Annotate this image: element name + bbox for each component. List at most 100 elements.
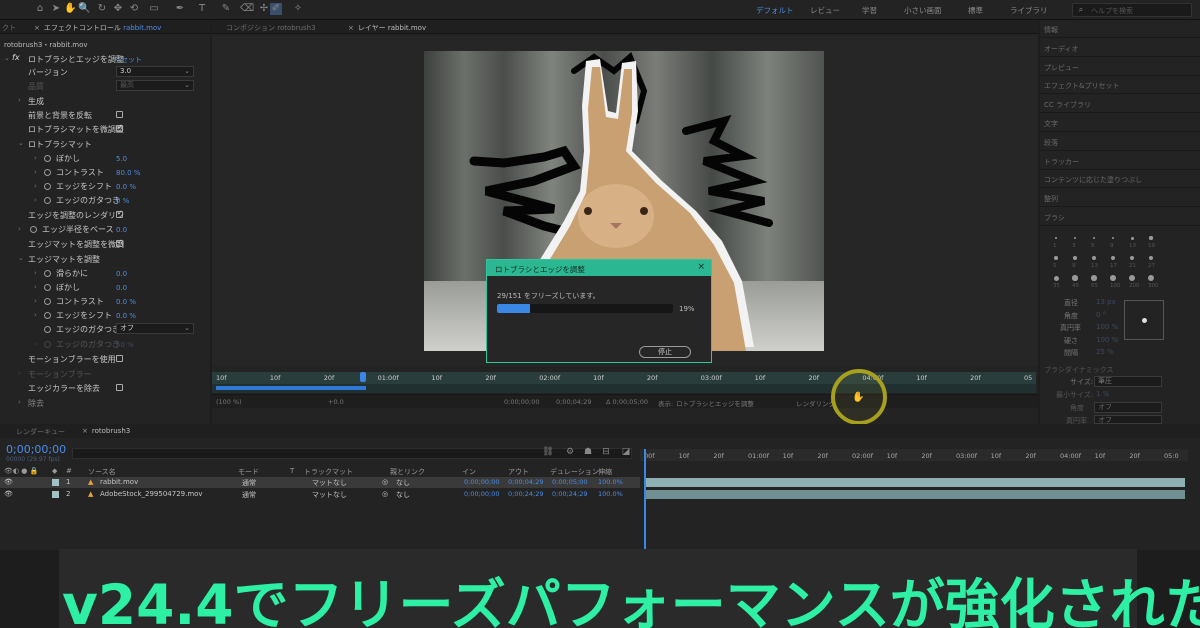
use-motion-blur-checkbox[interactable] <box>116 355 123 362</box>
view-dropdown[interactable]: ロトブラシとエッジを調整 <box>676 398 754 408</box>
brush-preset-dot[interactable] <box>1055 237 1057 239</box>
dyn-roundness-dropdown[interactable]: オフ <box>1094 415 1162 424</box>
comp-flowchart-icon[interactable]: ⛓ <box>542 446 554 458</box>
edge-chatter-amount-value[interactable]: 50 % <box>116 341 134 349</box>
rotate-tool-icon[interactable]: ↻ <box>96 3 108 15</box>
workspace-standard[interactable]: 標準 <box>968 5 983 16</box>
in-point[interactable]: 0;00;00;00 <box>504 398 540 406</box>
dyn-min-size-value[interactable]: 1 % <box>1096 390 1109 398</box>
layer-stretch[interactable]: 100.0% <box>598 490 623 498</box>
base-edge-radius-value[interactable]: 0.0 <box>116 226 127 234</box>
brush-preset-dot[interactable] <box>1110 275 1116 281</box>
brush-preset-dot[interactable] <box>1072 275 1078 281</box>
brush-preset-dot[interactable] <box>1053 275 1059 281</box>
stopwatch-icon[interactable] <box>44 183 51 190</box>
workspace-review[interactable]: レビュー <box>810 5 840 16</box>
stopwatch-icon[interactable] <box>44 169 51 176</box>
tab-composition[interactable]: コンポジション rotobrush3 <box>226 23 316 33</box>
rect-tool-icon[interactable]: ▭ <box>148 3 160 15</box>
viewer-playhead[interactable] <box>360 372 366 382</box>
tab-layer[interactable]: × レイヤー rabbit.mov <box>348 23 426 33</box>
collapse-arrow-icon[interactable]: ⌄ <box>18 254 24 262</box>
stopwatch-icon[interactable] <box>44 284 51 291</box>
close-icon[interactable]: × <box>34 24 40 32</box>
brush-preset-dot[interactable] <box>1129 275 1135 281</box>
brush-preset-dot[interactable] <box>1073 256 1077 260</box>
layer-name[interactable]: AdobeStock_299504729.mov <box>100 490 203 498</box>
dyn-size-dropdown[interactable]: 筆圧 <box>1094 376 1162 387</box>
layer-label-swatch[interactable] <box>52 491 59 498</box>
pen-tool-icon[interactable]: ✒ <box>174 3 186 15</box>
home-icon[interactable]: ⌂ <box>34 3 46 15</box>
dyn-angle-dropdown[interactable]: オフ <box>1094 402 1162 413</box>
brush-tool-icon[interactable]: ✎ <box>220 3 232 15</box>
close-icon[interactable]: × <box>348 24 354 32</box>
stopwatch-icon[interactable] <box>30 226 37 233</box>
layer-row-2[interactable]: 👁 2 ▲ AdobeStock_299504729.mov 通常 マットなし … <box>0 489 640 500</box>
expand-arrow-icon[interactable]: › <box>18 96 21 104</box>
brush-preset-dot[interactable] <box>1091 275 1097 281</box>
layer-parent[interactable]: なし <box>396 478 410 488</box>
expand-arrow-icon[interactable]: › <box>18 398 21 406</box>
tab-render-queue[interactable]: レンダーキュー <box>16 427 65 437</box>
chatter-value[interactable]: 0 % <box>116 197 129 205</box>
workspace-default[interactable]: デフォルト <box>756 5 794 16</box>
layer-stretch[interactable]: 100.0% <box>598 478 623 486</box>
smooth-value[interactable]: 0.0 <box>116 270 127 278</box>
visibility-icon[interactable]: 👁 <box>4 478 13 486</box>
layer-label-swatch[interactable] <box>52 479 59 486</box>
right-panel-item[interactable]: コンテンツに応じた塗りつぶし <box>1044 175 1142 185</box>
stopwatch-icon[interactable] <box>44 312 51 319</box>
right-panel-item[interactable]: CC ライブラリ <box>1044 100 1091 110</box>
right-panel-item[interactable]: オーディオ <box>1044 44 1079 54</box>
stopwatch-icon[interactable] <box>44 341 51 348</box>
frame-blend-icon[interactable]: ⊟ <box>600 446 612 458</box>
workspace-learn[interactable]: 学習 <box>862 5 877 16</box>
stopwatch-icon[interactable] <box>44 298 51 305</box>
version-dropdown[interactable]: 3.0 ⌄ <box>116 66 194 77</box>
timeline-time-ruler[interactable]: 00f 10f 20f 01:00f 10f 20f 02:00f 10f 20f 03:00f 1… <box>640 449 1188 461</box>
brush-prop-value[interactable]: 0 ° <box>1096 311 1106 319</box>
collapse-arrow-icon[interactable]: ⌄ <box>4 54 10 62</box>
brush-prop-value[interactable]: 25 % <box>1096 348 1114 356</box>
zoom-level[interactable]: (100 %) <box>216 398 242 406</box>
quality-dropdown[interactable]: 最高 ⌄ <box>116 80 194 91</box>
right-panel-item[interactable]: 情報 <box>1044 25 1058 35</box>
layer-mode[interactable]: 通常 <box>242 490 256 500</box>
refine-matte-checkbox[interactable] <box>116 123 123 132</box>
fx-icon[interactable]: fx <box>12 53 20 62</box>
visibility-icon[interactable]: 👁 <box>4 490 13 498</box>
right-panel-item[interactable]: 文字 <box>1044 119 1058 129</box>
tab-project-partial[interactable]: クト <box>2 23 16 33</box>
right-panel-item[interactable]: トラッカー <box>1044 157 1079 167</box>
brush-prop-value[interactable]: 13 px <box>1096 298 1116 306</box>
puppet-tool-icon[interactable]: ✢ <box>258 3 270 15</box>
layer-parent[interactable]: なし <box>396 490 410 500</box>
pickwhip-icon[interactable]: ◎ <box>382 478 388 486</box>
right-panel-item[interactable]: エフェクト&プリセット <box>1044 81 1119 91</box>
expand-arrow-icon[interactable]: › <box>34 168 37 176</box>
edge-feather-value[interactable]: 0.0 <box>116 284 127 292</box>
layer-bar-1[interactable] <box>645 478 1185 487</box>
workspace-small-screen[interactable]: 小さい画面 <box>904 5 942 16</box>
right-panel-item[interactable]: ブラシ <box>1044 213 1065 223</box>
layer-out[interactable]: 0;00;24;29 <box>508 490 544 498</box>
expand-arrow-icon[interactable]: › <box>34 269 37 277</box>
move-tool-icon[interactable]: ✥ <box>112 3 124 15</box>
layer-duration[interactable]: 0;00;05;00 <box>552 478 588 486</box>
layer-out[interactable]: 0;00;04;29 <box>508 478 544 486</box>
pin-tool-icon[interactable]: ✧ <box>292 3 304 15</box>
layer-row-1[interactable]: 👁 1 ▲ rabbit.mov 通常 マットなし ◎ なし 0;00;00;0… <box>0 477 640 488</box>
refine-edge-matte-checkbox[interactable] <box>116 238 123 247</box>
edge-chatter-dropdown[interactable]: オフ ⌄ <box>116 323 194 334</box>
brush-preset-dot[interactable] <box>1130 236 1134 240</box>
hand-tool-icon[interactable]: ✋ <box>64 3 76 15</box>
tab-timeline-comp[interactable]: × rotobrush3 <box>82 427 130 435</box>
expand-arrow-icon[interactable]: › <box>34 182 37 190</box>
right-panel-item[interactable]: 整列 <box>1044 194 1058 204</box>
exposure-value[interactable]: +0.0 <box>328 398 344 406</box>
invert-checkbox[interactable] <box>116 111 123 118</box>
stop-button[interactable]: 停止 <box>639 346 691 358</box>
dialog-close-icon[interactable]: × <box>697 262 705 272</box>
stopwatch-icon[interactable] <box>44 155 51 162</box>
